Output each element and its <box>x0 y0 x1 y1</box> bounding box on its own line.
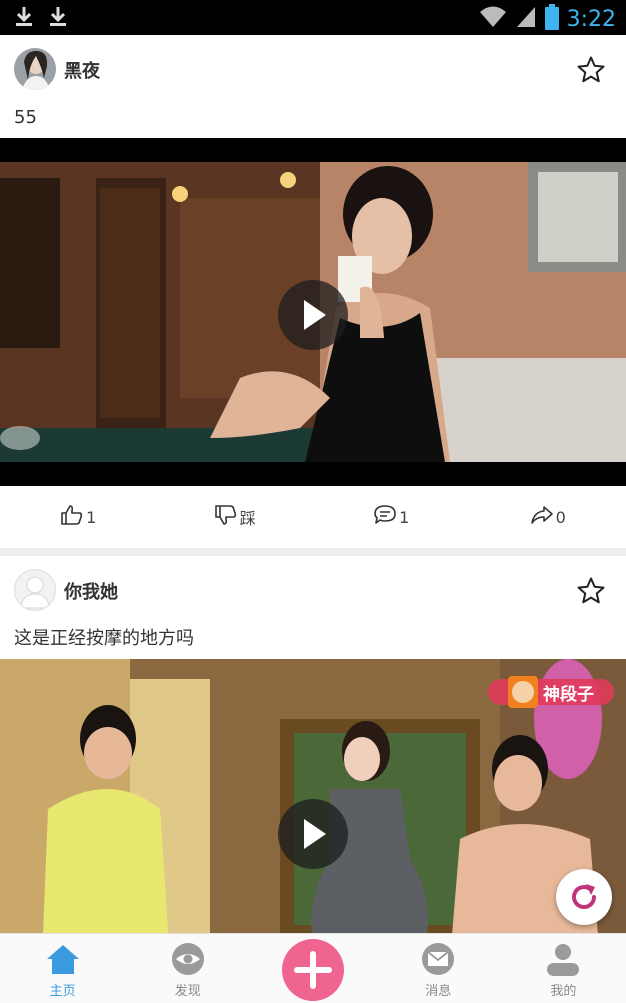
video-player[interactable] <box>0 138 626 486</box>
plus-icon <box>294 951 332 989</box>
tab-profile[interactable]: 我的 <box>501 934 626 1003</box>
post-actions: 1 踩 1 0 <box>0 486 626 548</box>
comment-count: 1 <box>399 507 410 527</box>
status-bar: 3:22 <box>0 0 626 35</box>
refresh-button[interactable] <box>556 869 612 925</box>
play-button[interactable] <box>278 799 348 869</box>
share-count: 0 <box>555 507 566 527</box>
post-card: 你我她 这是正经按摩的地方吗 神段子 <box>0 556 626 933</box>
wifi-icon <box>479 5 507 33</box>
mail-icon <box>422 943 455 975</box>
thumbs-up-icon <box>60 503 84 531</box>
comment-button[interactable]: 1 <box>313 486 470 548</box>
refresh-icon <box>572 884 596 909</box>
eye-icon <box>171 943 204 975</box>
like-count: 1 <box>86 507 97 527</box>
post-card: 黑夜 55 1 踩 1 0 <box>0 35 626 556</box>
divider <box>0 548 626 556</box>
tab-home[interactable]: 主页 <box>0 934 125 1003</box>
comment-icon <box>373 503 397 531</box>
download-icon <box>12 4 36 32</box>
star-icon[interactable] <box>576 576 606 606</box>
tab-label: 主页 <box>49 984 76 999</box>
watermark-label: 神段子 <box>543 685 594 705</box>
download-icon <box>46 4 70 32</box>
author-name[interactable]: 你我她 <box>64 578 118 604</box>
signal-icon <box>515 5 537 33</box>
play-button[interactable] <box>278 280 348 350</box>
clock: 3:22 <box>566 6 616 32</box>
tab-discover[interactable]: 发现 <box>125 934 250 1003</box>
share-icon <box>530 503 554 531</box>
thumbs-down-icon <box>214 503 238 531</box>
post-header: 黑夜 <box>0 35 626 105</box>
tab-label: 发现 <box>174 984 201 999</box>
avatar[interactable] <box>14 569 56 611</box>
video-frame <box>0 659 626 933</box>
video-player[interactable]: 神段子 <box>0 659 626 933</box>
share-button[interactable]: 0 <box>470 486 626 548</box>
tab-label: 我的 <box>550 984 577 999</box>
like-button[interactable]: 1 <box>0 486 157 548</box>
post-text: 这是正经按摩的地方吗 <box>14 628 194 649</box>
tab-messages[interactable]: 消息 <box>376 934 501 1003</box>
home-icon <box>46 945 79 974</box>
avatar[interactable] <box>14 48 56 90</box>
tab-add[interactable] <box>250 934 375 1003</box>
add-button[interactable] <box>282 939 344 1001</box>
tab-label: 消息 <box>425 984 452 999</box>
author-name[interactable]: 黑夜 <box>64 57 100 83</box>
star-icon[interactable] <box>576 55 606 85</box>
profile-icon <box>547 944 580 976</box>
post-text: 55 <box>14 107 37 128</box>
dislike-label: 踩 <box>239 509 256 528</box>
post-header: 你我她 <box>0 556 626 626</box>
bottom-nav: 主页 发现 消息 我的 <box>0 933 626 1003</box>
dislike-button[interactable]: 踩 <box>157 486 314 548</box>
battery-icon <box>544 4 559 34</box>
feed[interactable]: 黑夜 55 1 踩 1 0 你我她 这是正经按摩的地方吗 神段子 <box>0 35 626 933</box>
default-avatar-icon <box>19 576 51 609</box>
